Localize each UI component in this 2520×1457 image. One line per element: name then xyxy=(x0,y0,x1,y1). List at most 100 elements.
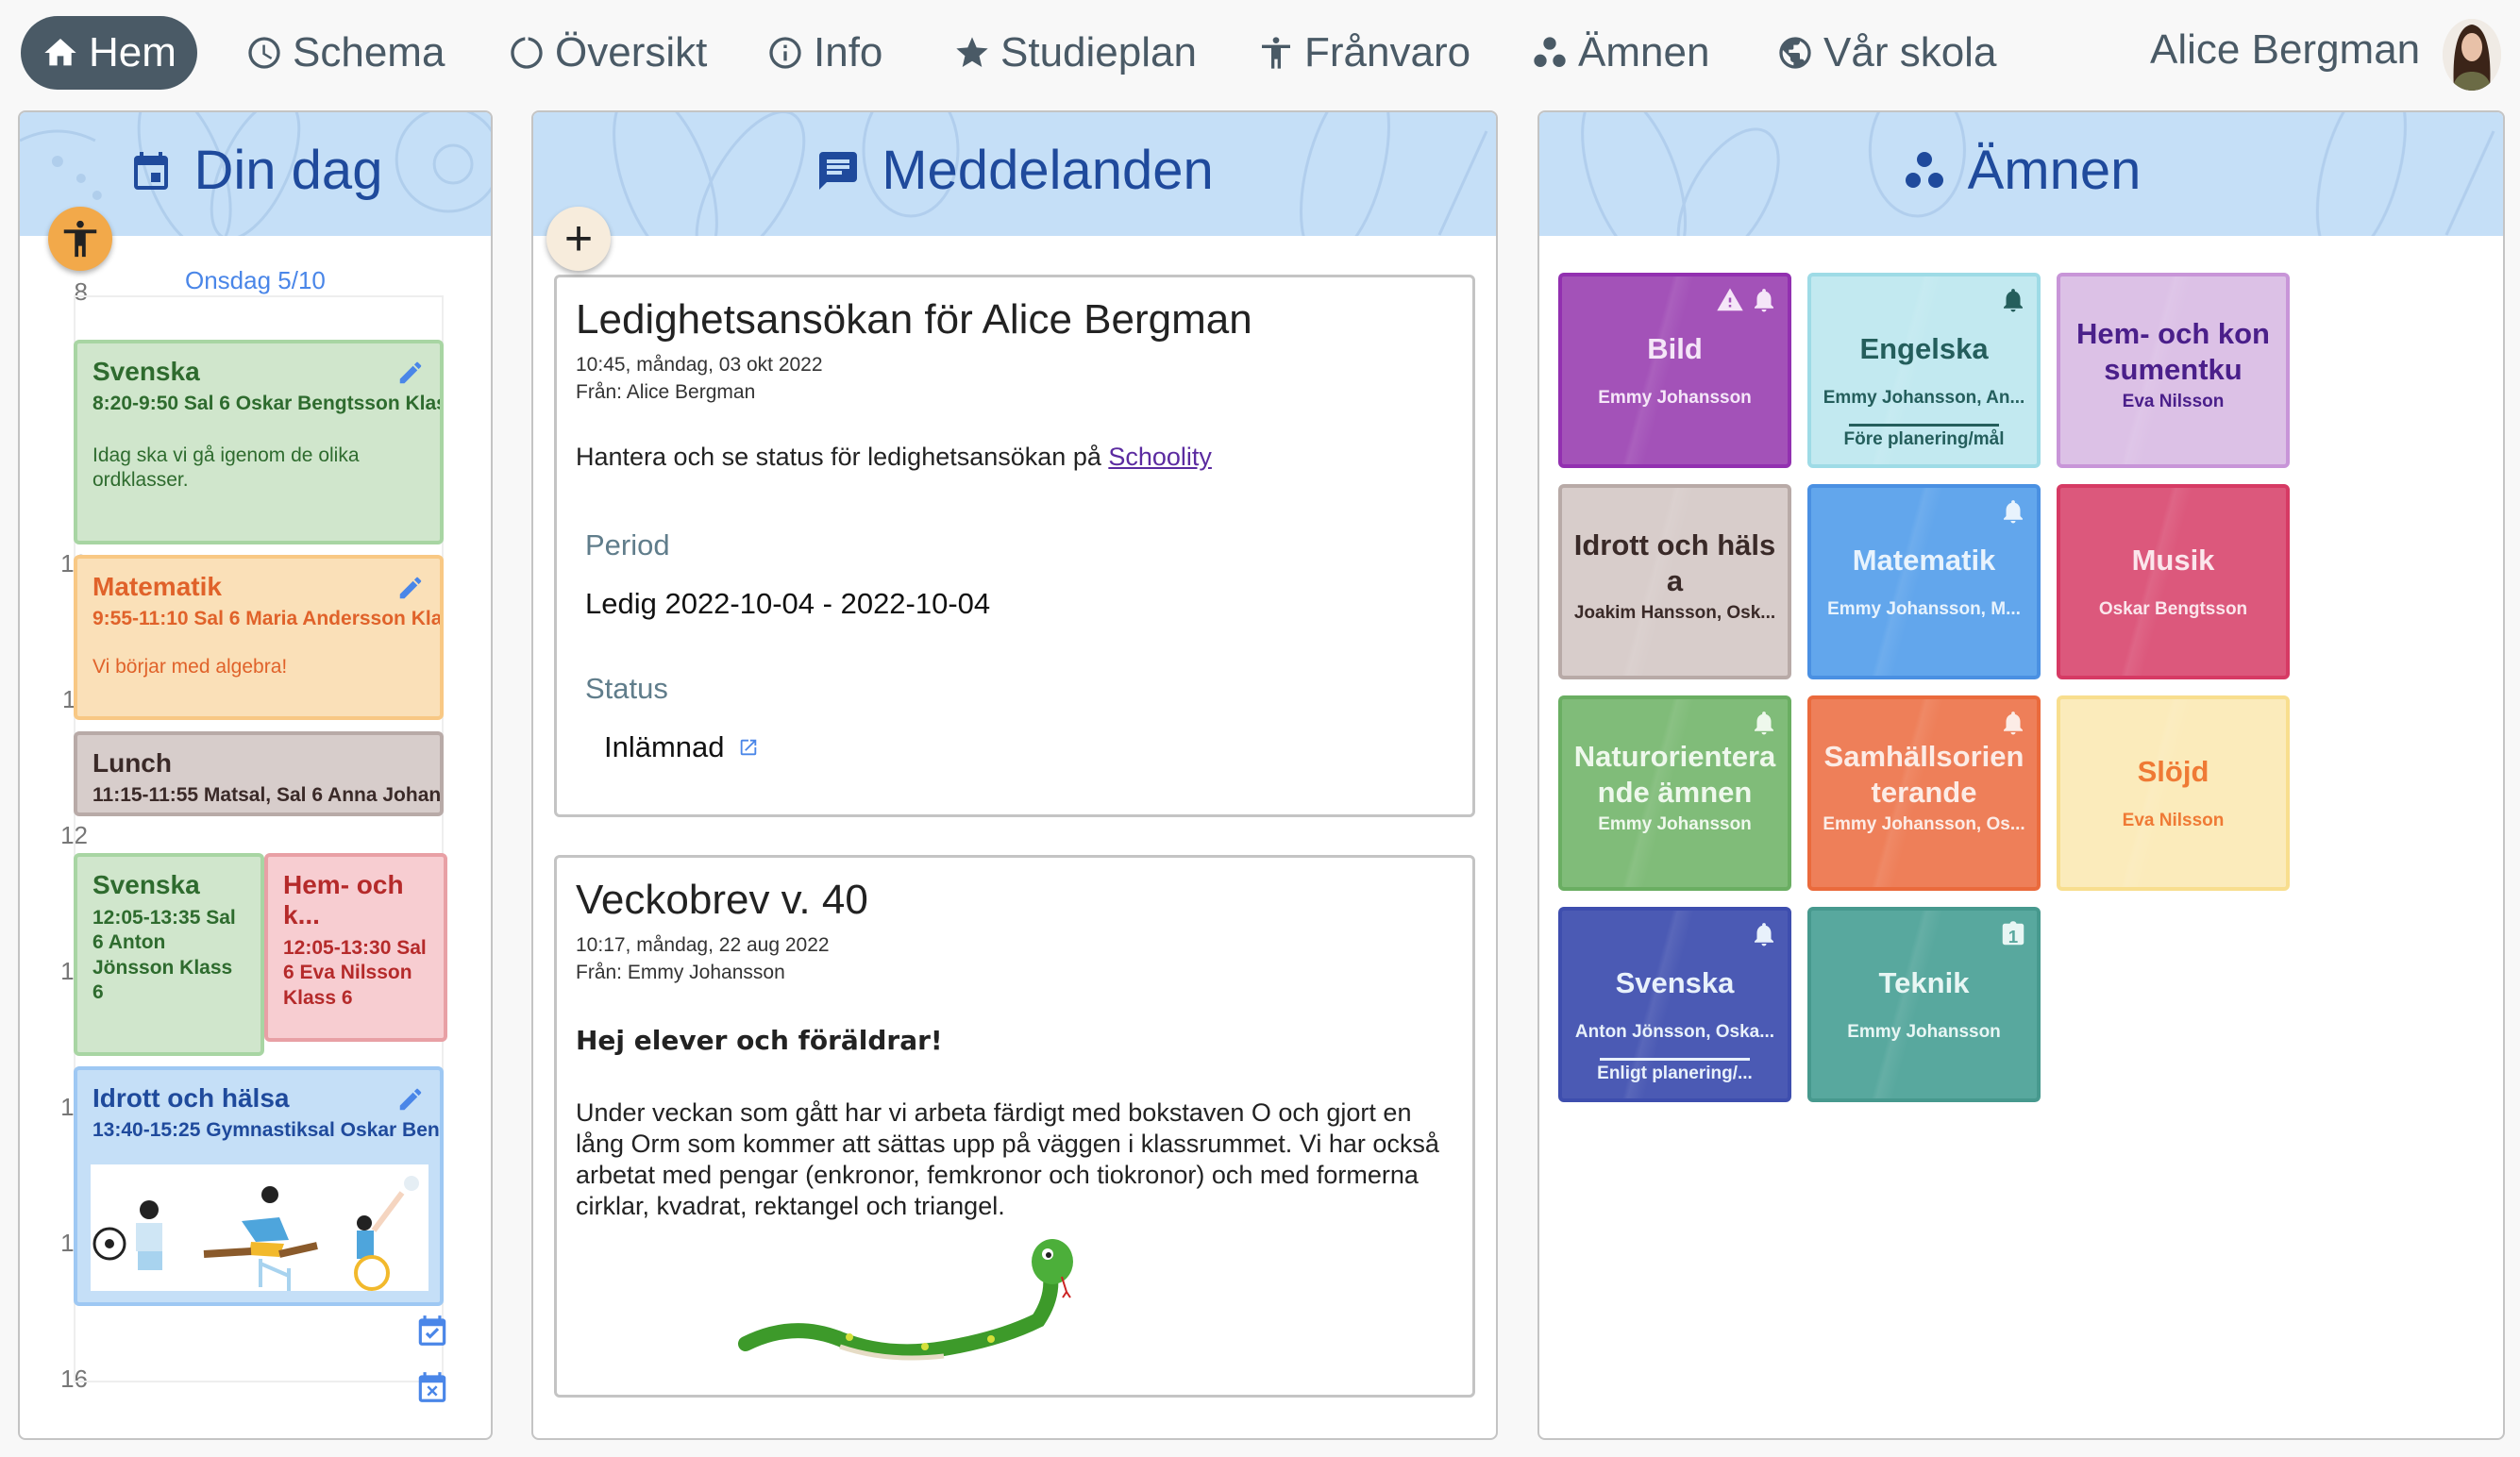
star-icon xyxy=(956,37,988,67)
message-card[interactable]: Ledighetsansökan för Alice Bergman 10:45… xyxy=(554,275,1475,817)
subject-name: Teknik xyxy=(1878,966,1970,999)
info-icon xyxy=(769,37,801,69)
event-matematik[interactable]: Matematik 9:55-11:10 Sal 6 Maria Anderss… xyxy=(74,555,444,720)
subject-teacher: Eva Nilsson xyxy=(2122,811,2225,830)
subjects-panel-header: Ämnen xyxy=(1539,112,2503,236)
calendar-icon xyxy=(133,151,168,190)
subject-tile[interactable]: Svenska Anton Jönsson, Oska... Enligt plan… xyxy=(1558,907,1791,1102)
subject-tile[interactable]: Slöjd Eva Nilsson xyxy=(2057,695,2290,891)
clock-icon xyxy=(248,37,280,69)
person-icon xyxy=(1262,37,1290,69)
messages-panel: Meddelanden + Ledighetsansökan för Alice… xyxy=(531,110,1498,1440)
subject-teacher: Eva Nilsson xyxy=(2122,392,2225,411)
subject-name: Hem- och konsumentku xyxy=(2076,317,2270,386)
bell-icon[interactable] xyxy=(1750,284,1778,316)
subject-name: Slöjd xyxy=(2137,755,2209,788)
bell-icon[interactable] xyxy=(1999,707,2027,739)
nav-hem[interactable]: Hem xyxy=(21,16,197,90)
schoolity-link[interactable]: Schoolity xyxy=(1108,443,1212,471)
subject-name: Svenska xyxy=(1615,966,1735,999)
snake-illustration xyxy=(738,1239,1073,1361)
subject-teacher: Oskar Bengtsson xyxy=(2098,599,2248,619)
subject-tile[interactable]: Matematik Emmy Johansson, M... xyxy=(1807,484,2041,679)
bell-icon[interactable] xyxy=(1750,918,1778,950)
subject-plan-status: Enligt planering/... xyxy=(1597,1063,1753,1083)
message-time: 10:17, måndag, 22 aug 2022 xyxy=(576,934,830,956)
subject-tile[interactable]: Hem- och konsumentku Eva Nilsson xyxy=(2057,273,2290,468)
globe-icon xyxy=(1779,37,1811,69)
badge-count: 1 xyxy=(2008,927,2018,946)
warning-icon[interactable] xyxy=(1716,284,1744,316)
subject-teacher: Emmy Johansson, M... xyxy=(1827,599,2021,619)
calendar-cancel-icon[interactable] xyxy=(414,1367,450,1407)
accessibility-button[interactable] xyxy=(48,207,112,271)
message-from: Från: Emmy Johansson xyxy=(576,962,785,984)
nav-var-skola[interactable]: Vår skola xyxy=(1756,16,2017,90)
message-title: Veckobrev v. 40 xyxy=(576,877,868,923)
subject-tile[interactable]: Bild Emmy Johansson xyxy=(1558,273,1791,468)
calendar-check-icon[interactable] xyxy=(414,1311,450,1350)
subject-name: Matematik xyxy=(1852,544,1996,577)
user-name[interactable]: Alice Bergman xyxy=(2150,26,2420,74)
dots-icon xyxy=(1905,151,1943,188)
external-link-icon[interactable] xyxy=(738,737,759,758)
nav-amnen[interactable]: Ämnen xyxy=(1510,16,1730,90)
message-greeting: Hej elever och föräldrar! xyxy=(576,1024,943,1056)
message-from: Från: Alice Bergman xyxy=(576,381,756,404)
nav-oversikt[interactable]: Översikt xyxy=(487,16,728,90)
clipboard-icon[interactable]: 1 xyxy=(1999,918,2027,950)
event-lunch[interactable]: Lunch 11:15-11:55 Matsal, Sal 6 Anna Joh… xyxy=(74,731,444,816)
subject-tile[interactable]: Engelska Emmy Johansson, An... Före planer… xyxy=(1807,273,2041,468)
accessibility-icon xyxy=(63,220,97,258)
messages-panel-header: Meddelanden xyxy=(533,112,1496,236)
tile-icons xyxy=(1716,284,1778,316)
event-svenska-2[interactable]: Svenska 12:05-13:35 Sal 6 Anton Jönsson … xyxy=(74,853,264,1056)
subject-name: Idrott och hälsa xyxy=(1573,528,1776,597)
message-icon xyxy=(819,151,858,190)
avatar[interactable] xyxy=(2443,19,2501,91)
subject-teacher: Emmy Johansson xyxy=(1598,814,1752,834)
nav-schema[interactable]: Schema xyxy=(225,16,465,90)
tile-sheen xyxy=(2060,488,2286,676)
nav-studieplan[interactable]: Studieplan xyxy=(932,16,1218,90)
message-title: Ledighetsansökan för Alice Bergman xyxy=(576,296,1252,343)
period-value: Ledig 2022-10-04 - 2022-10-04 xyxy=(585,586,991,620)
sports-illustration xyxy=(91,1164,428,1291)
subject-teacher: Emmy Johansson xyxy=(1847,1022,2001,1042)
nav-info[interactable]: Info xyxy=(746,16,903,90)
subject-tile[interactable]: Naturorienterande ämnen Emmy Johansson xyxy=(1558,695,1791,891)
divider xyxy=(1600,1058,1750,1061)
tile-sheen xyxy=(2060,699,2286,887)
day-panel: Din dag Onsdag 5/10 8 9 10 11 12 13 14 1… xyxy=(18,110,493,1440)
bell-icon[interactable] xyxy=(1999,284,2027,316)
message-text: Under veckan som gått har vi arbeta färd… xyxy=(576,1097,1439,1220)
add-message-button[interactable]: + xyxy=(546,207,611,271)
nav-franvaro[interactable]: Frånvaro xyxy=(1236,16,1491,90)
bell-icon[interactable] xyxy=(1999,495,2027,528)
subject-tile[interactable]: Idrott och hälsa Joakim Hansson, Osk... xyxy=(1558,484,1791,679)
edit-icon[interactable] xyxy=(396,574,425,602)
subject-tile[interactable]: Teknik Emmy Johansson 1 xyxy=(1807,907,2041,1102)
event-idrott-och-halsa[interactable]: Idrott och hälsa 13:40-15:25 Gymnastiksa… xyxy=(74,1066,444,1306)
tile-icons: 1 xyxy=(1999,918,2027,950)
bell-icon[interactable] xyxy=(1750,707,1778,739)
event-hem-och-konsumentkunskap[interactable]: Hem- och k... 12:05-13:30 Sal 6 Eva Nils… xyxy=(264,853,447,1042)
tile-icons xyxy=(1999,284,2027,316)
subject-name: Engelska xyxy=(1859,332,1989,365)
edit-icon[interactable] xyxy=(396,359,425,387)
home-icon xyxy=(44,39,76,66)
subject-name: Musik xyxy=(2131,544,2215,577)
avatar-photo xyxy=(2443,19,2501,91)
plus-icon: + xyxy=(563,211,594,266)
subject-tile[interactable]: Samhällsorienterande Emmy Johansson, Os..… xyxy=(1807,695,2041,891)
subject-name: Samhällsorienterande xyxy=(1823,740,2024,809)
edit-icon[interactable] xyxy=(396,1085,425,1114)
event-svenska[interactable]: Svenska 8:20-9:50 Sal 6 Oskar Bengtsson … xyxy=(74,340,444,544)
message-time: 10:45, måndag, 03 okt 2022 xyxy=(576,354,823,376)
subject-teacher: Emmy Johansson, An... xyxy=(1823,388,2025,408)
subject-teacher: Emmy Johansson xyxy=(1598,388,1752,408)
subjects-panel-title: Ämnen xyxy=(1539,139,2503,202)
divider xyxy=(1849,424,1999,427)
message-card[interactable]: Veckobrev v. 40 10:17, måndag, 22 aug 20… xyxy=(554,855,1475,1398)
subject-tile[interactable]: Musik Oskar Bengtsson xyxy=(2057,484,2290,679)
